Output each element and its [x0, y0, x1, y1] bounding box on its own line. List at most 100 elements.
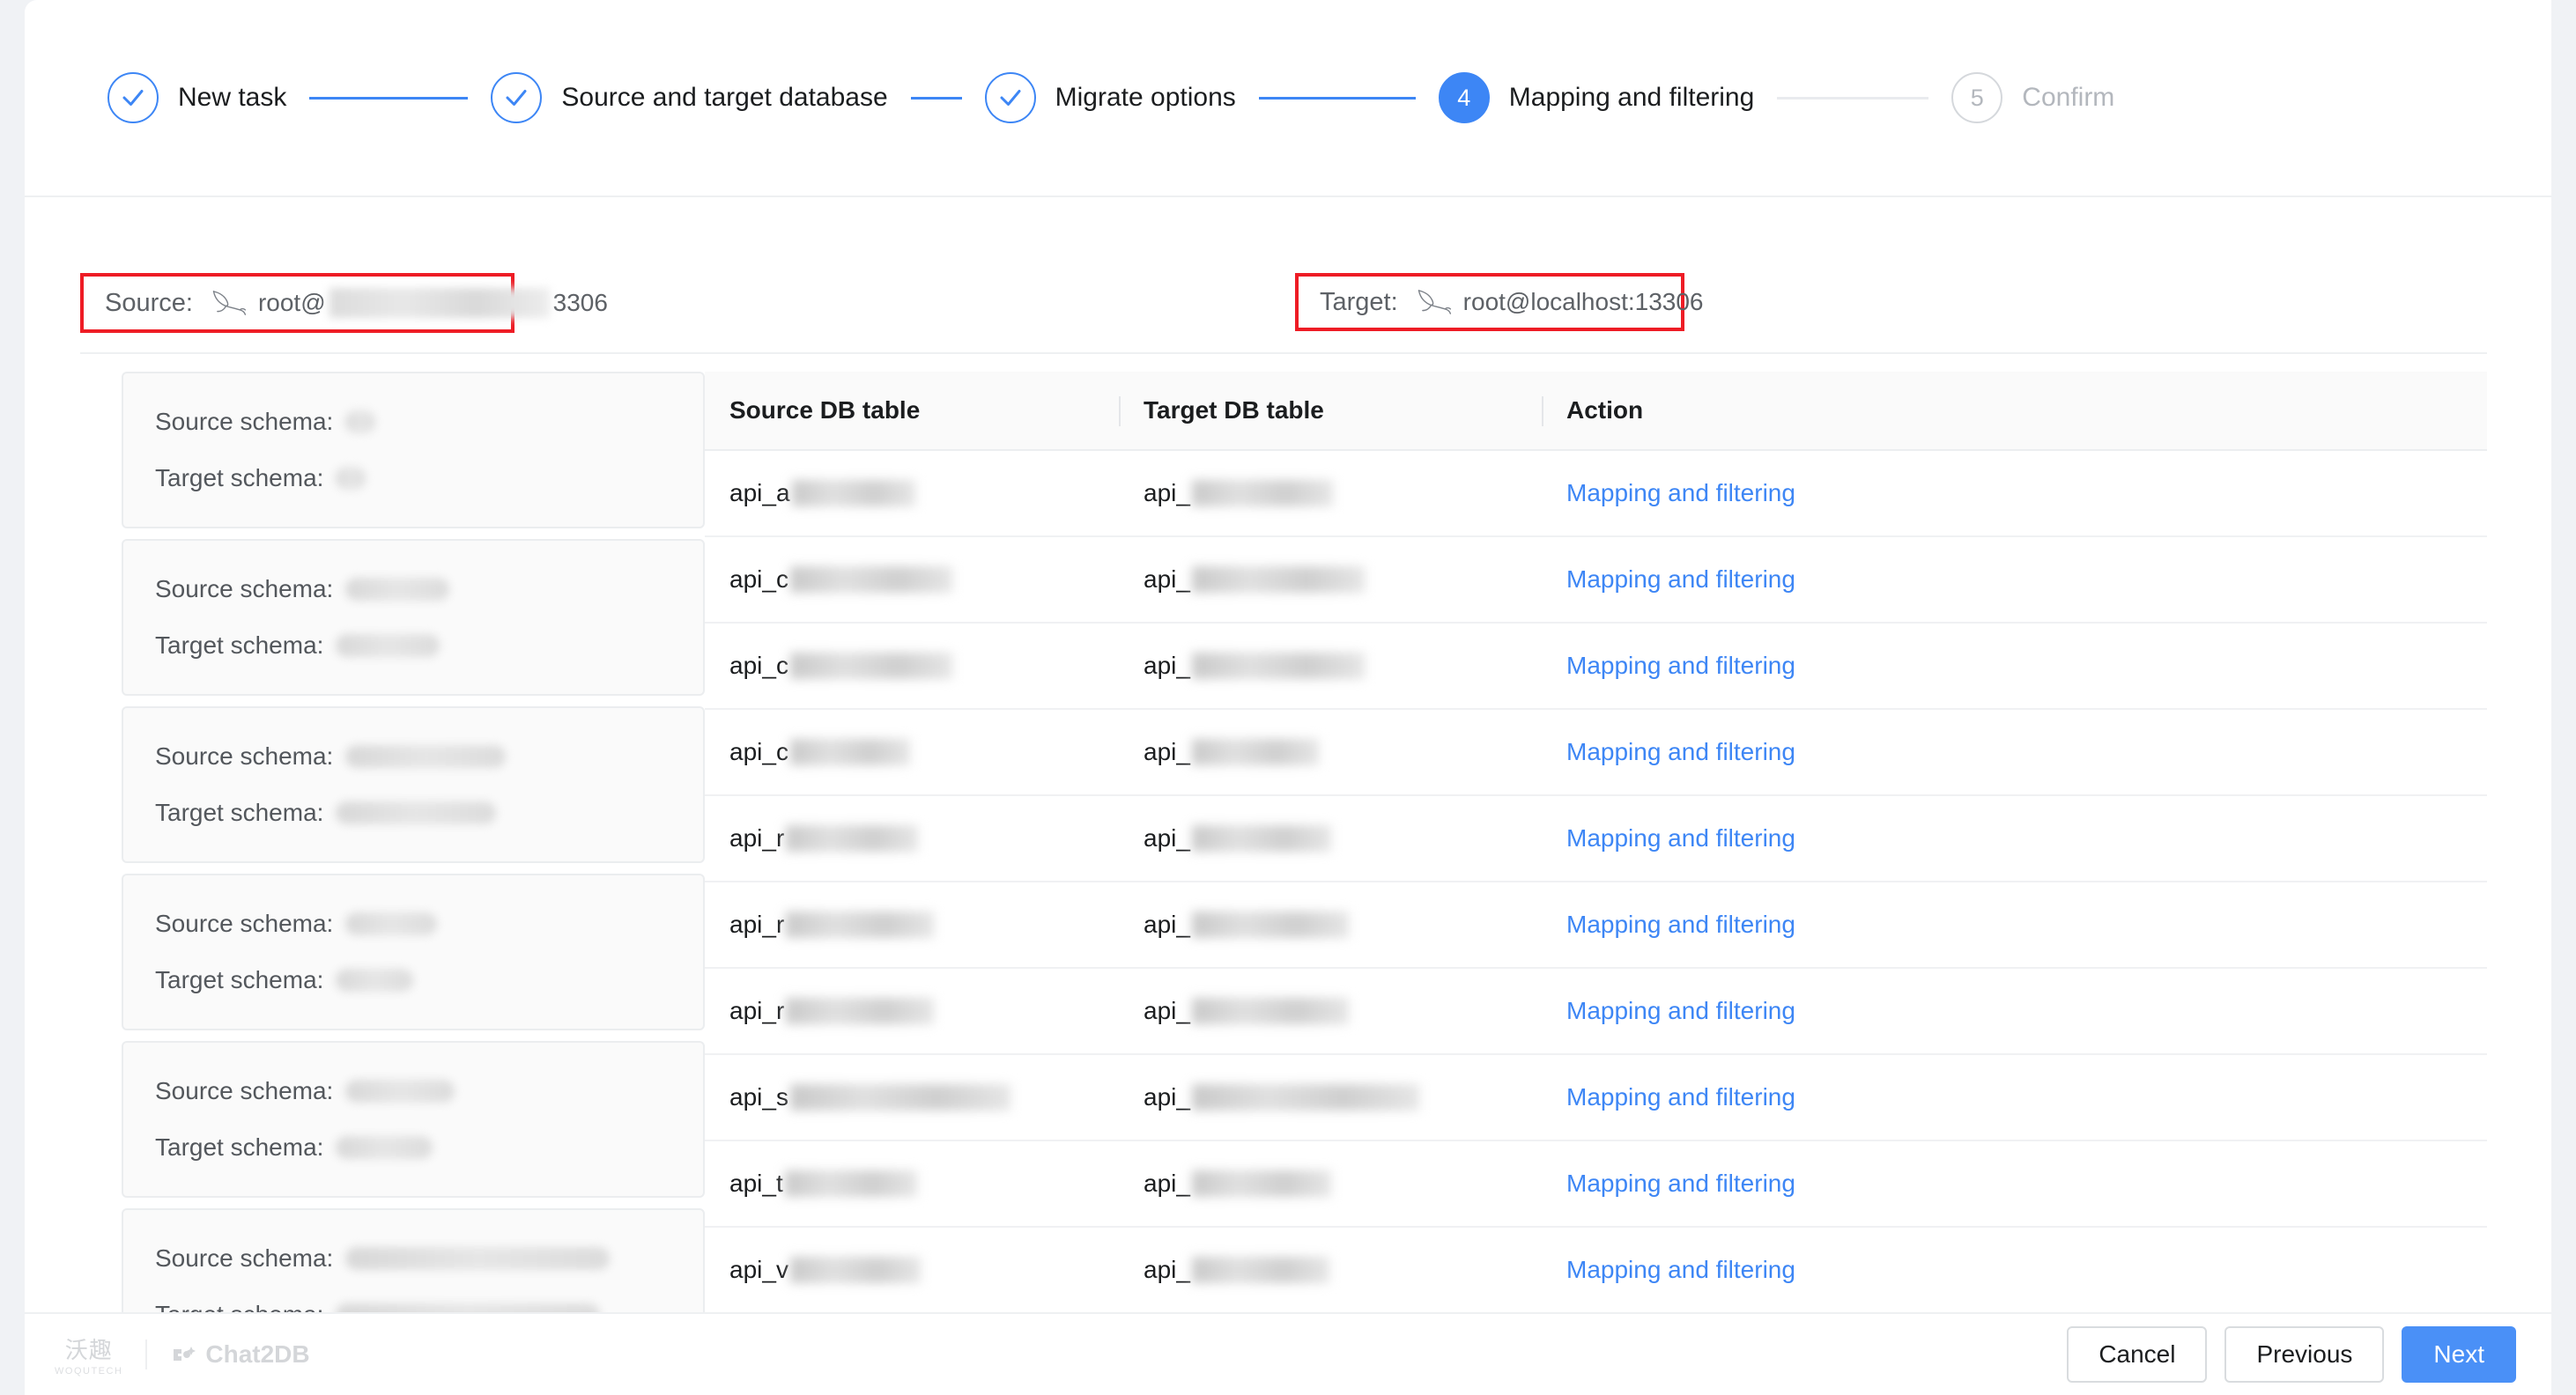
- source-schema-value-redacted: [345, 1080, 455, 1103]
- source-connection-box[interactable]: Source: root@ 3306: [80, 273, 608, 333]
- column-header-target-db-table[interactable]: Target DB table: [1119, 372, 1542, 451]
- source-table-prefix: api_s: [729, 1083, 788, 1111]
- step-new-task[interactable]: New task: [107, 72, 286, 123]
- brand-name-en: WOQUTECH: [55, 1366, 123, 1377]
- schema-list: Source schema: Target schema: Source schem…: [122, 372, 705, 1312]
- source-user: root@: [257, 289, 326, 316]
- chat2db-logo-icon: [174, 1347, 196, 1361]
- step-migrate-options[interactable]: Migrate options: [984, 72, 1236, 123]
- cell-action: Mapping and filtering: [1542, 623, 2487, 710]
- cell-source-db-table: api_t: [705, 1140, 1119, 1228]
- schema-card[interactable]: Source schema: Target schema:: [122, 706, 705, 863]
- mysql-dolphin-icon: [1418, 290, 1451, 314]
- source-table-redacted: [789, 653, 952, 679]
- mapping-and-filtering-link[interactable]: Mapping and filtering: [1566, 824, 1795, 852]
- target-schema-line: Target schema:: [155, 799, 703, 827]
- cell-action: Mapping and filtering: [1542, 882, 2487, 969]
- table-row: api_c api_ Mapping and filtering: [705, 536, 2487, 624]
- next-button[interactable]: Next: [2402, 1326, 2516, 1383]
- source-schema-value-redacted: [345, 1247, 611, 1270]
- cell-action: Mapping and filtering: [1542, 1227, 2487, 1312]
- source-schema-line: Source schema:: [155, 742, 703, 771]
- source-label: Source:: [105, 288, 193, 317]
- previous-button[interactable]: Previous: [2224, 1326, 2385, 1383]
- cell-target-db-table: api_: [1119, 795, 1542, 882]
- column-header-action[interactable]: Action: [1542, 372, 2487, 451]
- table-row: api_r api_ Mapping and filtering: [705, 882, 2487, 969]
- schema-card[interactable]: Source schema: Target schema:: [122, 1208, 705, 1312]
- target-schema-line: Target schema:: [155, 966, 703, 994]
- source-table-redacted: [789, 739, 910, 765]
- source-schema-label: Source schema:: [155, 1077, 334, 1104]
- mapping-and-filtering-link[interactable]: Mapping and filtering: [1566, 738, 1795, 765]
- target-table-redacted: [1191, 1084, 1419, 1111]
- target-connection-box[interactable]: Target: root@localhost:13306: [1295, 273, 1704, 331]
- schema-card[interactable]: Source schema: Target schema:: [122, 1041, 705, 1198]
- table-row: api_r api_ Mapping and filtering: [705, 968, 2487, 1055]
- cell-source-db-table: api_c: [705, 709, 1119, 796]
- target-table-redacted: [1191, 912, 1349, 938]
- source-table-redacted: [784, 1170, 917, 1197]
- cell-source-db-table: api_r: [705, 795, 1119, 882]
- schema-card[interactable]: Source schema: Target schema:: [122, 539, 705, 696]
- mapping-and-filtering-link[interactable]: Mapping and filtering: [1566, 1256, 1795, 1283]
- target-table-prefix: api_: [1144, 1083, 1190, 1111]
- cell-action: Mapping and filtering: [1542, 450, 2487, 537]
- source-schema-value-redacted: [345, 912, 438, 935]
- wizard-footer: 沃趣 WOQUTECH Chat2DB Cancel Previous Next: [25, 1312, 2551, 1395]
- table-header-row: Source DB table Target DB table Action: [705, 372, 2487, 451]
- table-row: api_s api_ Mapping and filtering: [705, 1054, 2487, 1141]
- step-4-circle: 4: [1438, 72, 1490, 123]
- target-table-prefix: api_: [1144, 824, 1190, 852]
- source-table-prefix: api_v: [729, 1256, 788, 1283]
- mapping-and-filtering-link[interactable]: Mapping and filtering: [1566, 911, 1795, 938]
- cell-action: Mapping and filtering: [1542, 709, 2487, 796]
- mapping-table-head: Source DB table Target DB table Action: [705, 372, 2487, 451]
- source-table-redacted: [789, 1257, 921, 1283]
- source-schema-line: Source schema:: [155, 910, 703, 938]
- check-icon: [1000, 90, 1021, 106]
- connection-divider: [80, 352, 2487, 354]
- target-schema-line: Target schema:: [155, 1133, 703, 1162]
- step-connector-4: [1777, 96, 1929, 100]
- column-header-source-db-table[interactable]: Source DB table: [705, 372, 1119, 451]
- schema-card[interactable]: Source schema: Target schema:: [122, 372, 705, 528]
- step-3-circle: [984, 72, 1036, 123]
- step-4-label: Mapping and filtering: [1508, 83, 1755, 112]
- source-connection-value: root@ 3306: [258, 288, 608, 318]
- mapping-and-filtering-link[interactable]: Mapping and filtering: [1566, 997, 1795, 1024]
- source-table-redacted: [791, 480, 915, 506]
- mapping-and-filtering-link[interactable]: Mapping and filtering: [1566, 565, 1795, 593]
- mapping-and-filtering-link[interactable]: Mapping and filtering: [1566, 1083, 1795, 1111]
- wizard-card: New task Source and target database Migr…: [25, 0, 2551, 1395]
- mapping-body: Source schema: Target schema: Source schem…: [25, 372, 2551, 1312]
- table-row: api_c api_ Mapping and filtering: [705, 709, 2487, 796]
- target-table-redacted: [1191, 566, 1365, 593]
- mysql-dolphin-icon: [212, 291, 247, 315]
- table-row: api_a api_ Mapping and filtering: [705, 450, 2487, 537]
- target-schema-value-redacted: [336, 1136, 433, 1159]
- mapping-table-wrap: Source DB table Target DB table Action a…: [705, 372, 2487, 1312]
- brand-separator: [145, 1340, 148, 1369]
- source-schema-label: Source schema:: [155, 575, 334, 602]
- source-table-redacted: [786, 912, 935, 938]
- step-mapping-and-filtering[interactable]: 4 Mapping and filtering: [1438, 72, 1755, 123]
- target-table-prefix: api_: [1144, 565, 1190, 593]
- mapping-and-filtering-link[interactable]: Mapping and filtering: [1566, 652, 1795, 679]
- step-source-target-database[interactable]: Source and target database: [491, 72, 888, 123]
- source-table-prefix: api_c: [729, 565, 788, 593]
- brand-area: 沃趣 WOQUTECH Chat2DB: [55, 1332, 310, 1377]
- target-schema-label: Target schema:: [155, 966, 324, 993]
- schema-card[interactable]: Source schema: Target schema:: [122, 874, 705, 1030]
- check-icon: [122, 90, 144, 106]
- mapping-and-filtering-link[interactable]: Mapping and filtering: [1566, 479, 1795, 506]
- source-table-prefix: api_c: [729, 738, 788, 765]
- source-table-prefix: api_r: [729, 824, 785, 852]
- cell-action: Mapping and filtering: [1542, 536, 2487, 624]
- target-table-prefix: api_: [1144, 652, 1190, 679]
- cancel-button[interactable]: Cancel: [2067, 1326, 2208, 1383]
- mapping-and-filtering-link[interactable]: Mapping and filtering: [1566, 1170, 1795, 1197]
- step-confirm[interactable]: 5 Confirm: [1951, 72, 2114, 123]
- target-schema-label: Target schema:: [155, 799, 324, 826]
- cell-target-db-table: api_: [1119, 1227, 1542, 1312]
